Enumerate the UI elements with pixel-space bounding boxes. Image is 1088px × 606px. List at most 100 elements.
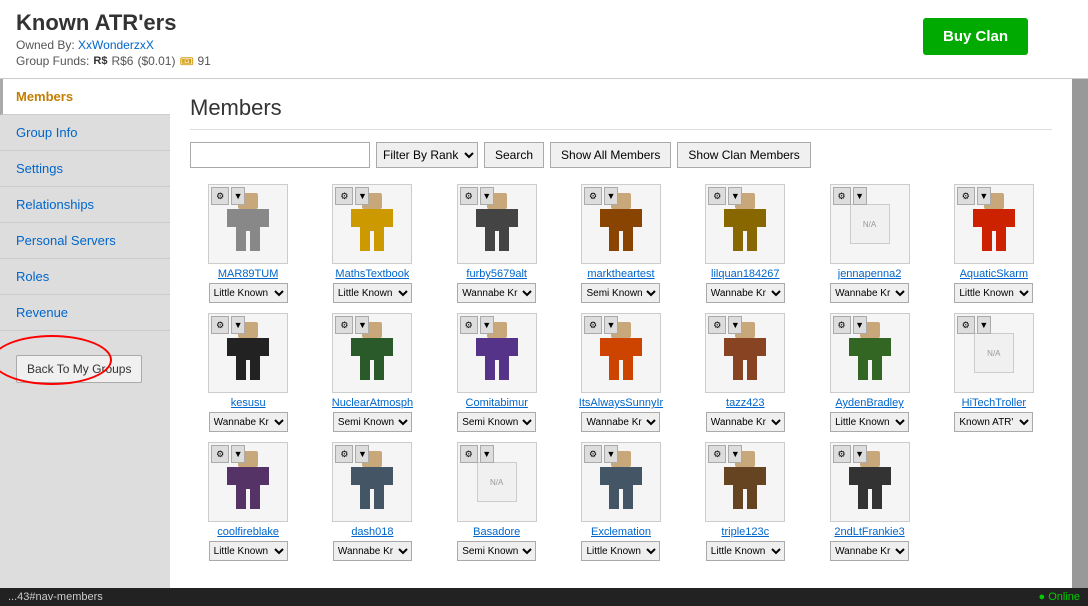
member-name[interactable]: dash018 <box>351 526 393 538</box>
rank-select[interactable]: Little KnownWannabe KrSemi KnownKnown AT… <box>954 283 1033 303</box>
rank-select[interactable]: Little KnownWannabe KrSemi KnownKnown AT… <box>333 283 412 303</box>
rank-arrow-button[interactable]: ▼ <box>604 316 618 334</box>
rank-arrow-button[interactable]: ▼ <box>355 187 369 205</box>
member-name[interactable]: HiTechTroller <box>962 397 1026 409</box>
gear-button[interactable]: ⚙ <box>957 316 975 334</box>
rank-arrow-button[interactable]: ▼ <box>853 187 867 205</box>
member-avatar-box: ⚙ ▼ <box>581 442 661 522</box>
gear-button[interactable]: ⚙ <box>957 187 975 205</box>
member-name[interactable]: ItsAlwaysSunnyIr <box>579 397 663 409</box>
rank-arrow-button[interactable]: ▼ <box>231 445 245 463</box>
rank-select[interactable]: Little KnownWannabe KrSemi KnownKnown AT… <box>333 541 412 561</box>
rank-select[interactable]: Little KnownWannabe KrSemi KnownKnown AT… <box>706 283 785 303</box>
rank-arrow-button[interactable]: ▼ <box>355 316 369 334</box>
search-button[interactable]: Search <box>484 142 544 168</box>
gear-button[interactable]: ⚙ <box>460 187 478 205</box>
gear-button[interactable]: ⚙ <box>335 316 353 334</box>
rank-arrow-button[interactable]: ▼ <box>853 445 867 463</box>
member-name[interactable]: AquaticSkarm <box>960 268 1028 280</box>
member-name[interactable]: triple123c <box>721 526 769 538</box>
rank-select[interactable]: Little KnownWannabe KrSemi KnownKnown AT… <box>209 541 288 561</box>
rank-select[interactable]: Little KnownWannabe KrSemi KnownKnown AT… <box>706 412 785 432</box>
show-all-members-button[interactable]: Show All Members <box>550 142 671 168</box>
gear-button[interactable]: ⚙ <box>584 187 602 205</box>
member-name[interactable]: Basadore <box>473 526 520 538</box>
rank-select[interactable]: Little KnownWannabe KrSemi KnownKnown AT… <box>457 412 536 432</box>
gear-button[interactable]: ⚙ <box>211 316 229 334</box>
gear-button[interactable]: ⚙ <box>211 187 229 205</box>
member-avatar-box: ⚙ ▼ <box>208 442 288 522</box>
owner-link[interactable]: XxWonderzxX <box>78 38 154 52</box>
sidebar-item-settings[interactable]: Settings <box>0 151 170 187</box>
member-card: ⚙ ▼ N/ABasadoreLittle KnownWannabe KrSem… <box>439 442 555 561</box>
rank-arrow-button[interactable]: ▼ <box>604 187 618 205</box>
member-name[interactable]: lilquan184267 <box>711 268 780 280</box>
scrollbar[interactable] <box>1072 79 1088 588</box>
gear-button[interactable]: ⚙ <box>708 445 726 463</box>
sidebar-item-relationships[interactable]: Relationships <box>0 187 170 223</box>
rank-arrow-button[interactable]: ▼ <box>480 445 494 463</box>
rank-select[interactable]: Little KnownWannabe KrSemi KnownKnown AT… <box>954 412 1033 432</box>
rank-arrow-button[interactable]: ▼ <box>355 445 369 463</box>
rank-arrow-button[interactable]: ▼ <box>728 445 742 463</box>
rank-select[interactable]: Little KnownWannabe KrSemi KnownKnown AT… <box>830 283 909 303</box>
rank-arrow-button[interactable]: ▼ <box>977 187 991 205</box>
rank-select[interactable]: Little KnownWannabe KrSemi KnownKnown AT… <box>209 283 288 303</box>
rank-arrow-button[interactable]: ▼ <box>604 445 618 463</box>
member-name[interactable]: MathsTextbook <box>335 268 409 280</box>
rank-arrow-button[interactable]: ▼ <box>977 316 991 334</box>
sidebar-item-revenue[interactable]: Revenue <box>0 295 170 331</box>
buy-clan-button[interactable]: Buy Clan <box>923 18 1028 55</box>
member-name[interactable]: furby5679alt <box>466 268 527 280</box>
gear-button[interactable]: ⚙ <box>460 445 478 463</box>
gear-button[interactable]: ⚙ <box>584 445 602 463</box>
rank-select[interactable]: Little KnownWannabe KrSemi KnownKnown AT… <box>333 412 412 432</box>
rank-select[interactable]: Little KnownWannabe KrSemi KnownKnown AT… <box>209 412 288 432</box>
member-name[interactable]: kesusu <box>231 397 266 409</box>
rank-select[interactable]: Little KnownWannabe KrSemi KnownKnown AT… <box>830 541 909 561</box>
gear-button[interactable]: ⚙ <box>460 316 478 334</box>
member-name[interactable]: Exclemation <box>591 526 651 538</box>
member-name[interactable]: jennapenna2 <box>838 268 902 280</box>
rank-select[interactable]: Little KnownWannabe KrSemi KnownKnown AT… <box>581 412 660 432</box>
rank-arrow-button[interactable]: ▼ <box>853 316 867 334</box>
filter-rank-select[interactable]: Filter By Rank Little Known Wannabe Kr S… <box>376 142 478 168</box>
rank-select[interactable]: Little KnownWannabe KrSemi KnownKnown AT… <box>706 541 785 561</box>
member-name[interactable]: tazz423 <box>726 397 765 409</box>
rank-arrow-button[interactable]: ▼ <box>480 316 494 334</box>
rank-select[interactable]: Little KnownWannabe KrSemi KnownKnown AT… <box>830 412 909 432</box>
rank-select[interactable]: Little KnownWannabe KrSemi KnownKnown AT… <box>581 283 660 303</box>
gear-button[interactable]: ⚙ <box>584 316 602 334</box>
rank-select[interactable]: Little KnownWannabe KrSemi KnownKnown AT… <box>457 541 536 561</box>
member-name[interactable]: AydenBradley <box>835 397 903 409</box>
member-name[interactable]: coolfireblake <box>217 526 279 538</box>
rank-arrow-button[interactable]: ▼ <box>480 187 494 205</box>
gear-button[interactable]: ⚙ <box>335 187 353 205</box>
rank-arrow-button[interactable]: ▼ <box>231 316 245 334</box>
rank-select[interactable]: Little KnownWannabe KrSemi KnownKnown AT… <box>581 541 660 561</box>
rank-arrow-button[interactable]: ▼ <box>231 187 245 205</box>
member-name[interactable]: MAR89TUM <box>218 268 279 280</box>
sidebar-item-group-info[interactable]: Group Info <box>0 115 170 151</box>
show-clan-members-button[interactable]: Show Clan Members <box>677 142 810 168</box>
search-input[interactable] <box>190 142 370 168</box>
rank-arrow-button[interactable]: ▼ <box>728 316 742 334</box>
gear-button[interactable]: ⚙ <box>833 187 851 205</box>
member-name[interactable]: marktheartest <box>587 268 654 280</box>
member-name[interactable]: Comitabimur <box>466 397 528 409</box>
sidebar-item-personal-servers[interactable]: Personal Servers <box>0 223 170 259</box>
member-name[interactable]: 2ndLtFrankie3 <box>834 526 904 538</box>
gear-button[interactable]: ⚙ <box>833 316 851 334</box>
gear-button[interactable]: ⚙ <box>708 316 726 334</box>
gear-button[interactable]: ⚙ <box>708 187 726 205</box>
rank-arrow-button[interactable]: ▼ <box>728 187 742 205</box>
member-name[interactable]: NuclearAtmosph <box>332 397 413 409</box>
sidebar-item-members[interactable]: Members <box>0 79 170 115</box>
gear-button[interactable]: ⚙ <box>335 445 353 463</box>
back-to-groups-button[interactable]: Back To My Groups <box>16 355 142 383</box>
gear-button[interactable]: ⚙ <box>211 445 229 463</box>
statusbar: ...43#nav-members ● Online <box>0 588 1088 606</box>
sidebar-item-roles[interactable]: Roles <box>0 259 170 295</box>
rank-select[interactable]: Little KnownWannabe KrSemi KnownKnown AT… <box>457 283 536 303</box>
gear-button[interactable]: ⚙ <box>833 445 851 463</box>
